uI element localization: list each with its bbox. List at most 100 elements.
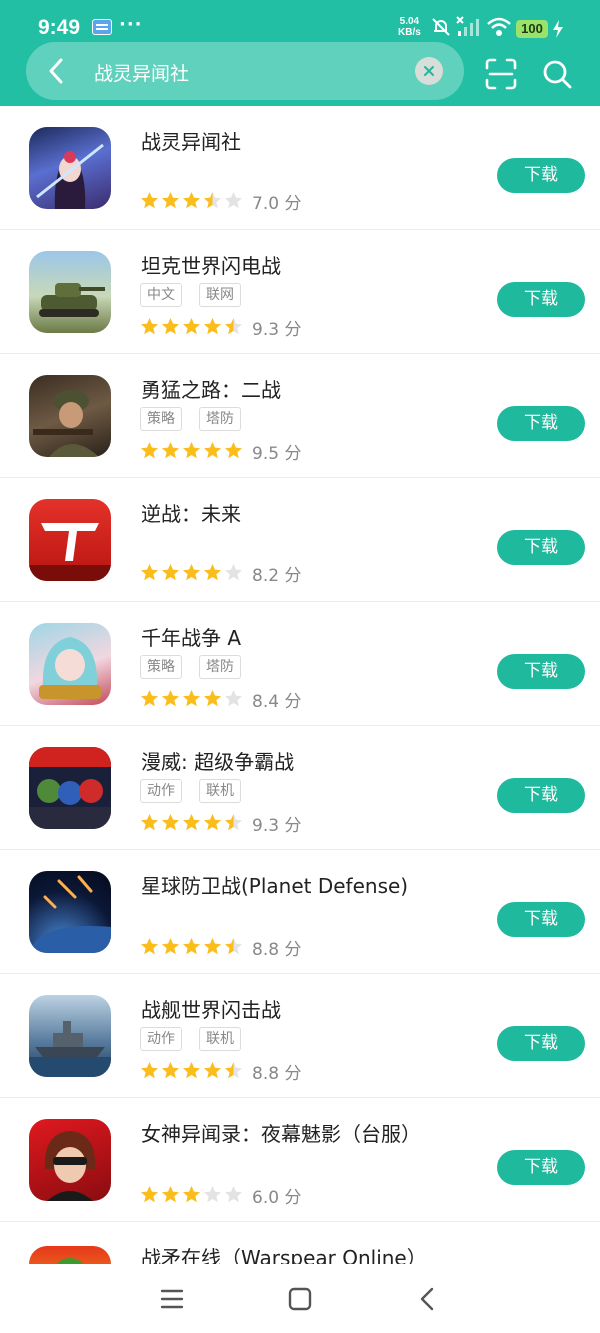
star-full-icon (161, 1185, 180, 1203)
star-full-icon (182, 563, 201, 581)
download-button[interactable]: 下载 (497, 1150, 585, 1185)
app-icon (29, 499, 111, 581)
star-full-icon (182, 689, 201, 707)
download-button[interactable]: 下载 (497, 902, 585, 937)
star-half-icon (224, 317, 243, 335)
network-speed: 5.04 KB/s (398, 16, 421, 38)
app-score: 7.0 分 (252, 194, 302, 214)
app-tag: 动作 (140, 1027, 182, 1051)
search-input[interactable] (94, 59, 404, 85)
download-button[interactable]: 下载 (497, 654, 585, 689)
app-score: 8.2 分 (252, 566, 302, 586)
persona-character-icon (44, 1131, 96, 1201)
wifi-icon (487, 17, 511, 36)
warship-icon (29, 1021, 111, 1077)
app-score: 9.3 分 (252, 320, 302, 340)
star-empty-icon (224, 1185, 243, 1203)
clear-search-button[interactable] (415, 57, 443, 85)
app-score: 9.5 分 (252, 444, 302, 464)
marvel-heroes-icon (29, 747, 111, 829)
app-list-item[interactable]: 漫威: 超级争霸战 动作 联机 9.3 分 下载 (0, 726, 600, 850)
app-score: 9.3 分 (252, 816, 302, 836)
anime-character-icon (39, 637, 101, 699)
star-half-icon (203, 191, 222, 209)
search-icon[interactable] (540, 57, 574, 91)
mute-icon (432, 18, 450, 36)
star-full-icon (203, 1061, 222, 1079)
star-full-icon (203, 317, 222, 335)
nizhan-logo-icon (29, 523, 111, 581)
download-button[interactable]: 下载 (497, 282, 585, 317)
star-full-icon (161, 689, 180, 707)
app-name: 战舰世界闪击战 (141, 998, 281, 1022)
more-notifications-icon: ··· (119, 14, 143, 35)
download-button[interactable]: 下载 (497, 406, 585, 441)
app-name: 女神异闻录：夜幕魅影（台服） (141, 1122, 421, 1146)
star-full-icon (182, 441, 201, 459)
app-name: 坦克世界闪电战 (141, 254, 281, 278)
star-full-icon (161, 1061, 180, 1079)
back-arrow-icon[interactable] (40, 52, 74, 90)
star-full-icon (182, 317, 201, 335)
app-name: 星球防卫战(Planet Defense) (141, 874, 409, 898)
app-icon (29, 871, 111, 953)
app-icon (29, 375, 111, 457)
star-full-icon (140, 689, 159, 707)
no-signal-icon (456, 16, 479, 36)
app-list-item[interactable]: 勇猛之路：二战 策略 塔防 9.5 分 下载 (0, 354, 600, 478)
app-list-item[interactable]: 战灵异闻社 7.0 分 下载 (0, 106, 600, 230)
star-full-icon (182, 1061, 201, 1079)
download-button[interactable]: 下载 (497, 530, 585, 565)
download-button[interactable]: 下载 (497, 778, 585, 813)
tank-icon (39, 283, 105, 317)
app-icon (29, 747, 111, 829)
menu-icon[interactable] (152, 1282, 192, 1316)
status-time: 9:49 (38, 16, 81, 39)
app-list-item[interactable]: 星球防卫战(Planet Defense) 8.8 分 下载 (0, 850, 600, 974)
app-icon (29, 623, 111, 705)
anime-girl-icon (36, 143, 104, 209)
star-full-icon (161, 441, 180, 459)
app-tag: 动作 (140, 779, 182, 803)
download-button[interactable]: 下载 (497, 1026, 585, 1061)
star-full-icon (140, 563, 159, 581)
app-score: 6.0 分 (252, 1188, 302, 1208)
app-score: 8.8 分 (252, 1064, 302, 1084)
app-list-item[interactable]: 逆战：未来 8.2 分 下载 (0, 478, 600, 602)
app-list-item[interactable]: 战舰世界闪击战 动作 联机 8.8 分 下载 (0, 974, 600, 1098)
download-button[interactable]: 下载 (497, 158, 585, 193)
star-full-icon (161, 563, 180, 581)
close-icon (424, 66, 434, 76)
network-speed-unit: KB/s (398, 27, 421, 38)
app-list-item[interactable]: 女神异闻录：夜幕魅影（台服） 6.0 分 下载 (0, 1098, 600, 1222)
mail-icon (92, 19, 112, 35)
star-full-icon (140, 1061, 159, 1079)
app-tag: 联机 (199, 779, 241, 803)
app-icon (29, 127, 111, 209)
app-name: 战灵异闻社 (141, 130, 241, 154)
app-icon (29, 1119, 111, 1201)
charging-icon (553, 20, 563, 38)
star-full-icon (203, 689, 222, 707)
app-score: 8.8 分 (252, 940, 302, 960)
star-full-icon (224, 441, 243, 459)
star-full-icon (203, 937, 222, 955)
app-list-item[interactable]: 坦克世界闪电战 中文 联网 9.3 分 下载 (0, 230, 600, 354)
star-empty-icon (224, 563, 243, 581)
app-name: 千年战争 A (141, 626, 242, 650)
scan-icon[interactable] (484, 57, 518, 91)
star-full-icon (182, 937, 201, 955)
app-tag: 策略 (140, 407, 182, 431)
app-tag: 联网 (199, 283, 241, 307)
planet-icon (29, 875, 111, 953)
app-name: 逆战：未来 (141, 502, 241, 526)
star-full-icon (203, 813, 222, 831)
star-full-icon (182, 191, 201, 209)
app-name: 勇猛之路：二战 (141, 378, 281, 402)
star-empty-icon (224, 689, 243, 707)
back-icon[interactable] (408, 1282, 448, 1316)
star-empty-icon (203, 1185, 222, 1203)
app-list-item[interactable]: 千年战争 A 策略 塔防 8.4 分 下载 (0, 602, 600, 726)
home-icon[interactable] (280, 1282, 320, 1316)
battery-level: 100 (516, 20, 548, 38)
